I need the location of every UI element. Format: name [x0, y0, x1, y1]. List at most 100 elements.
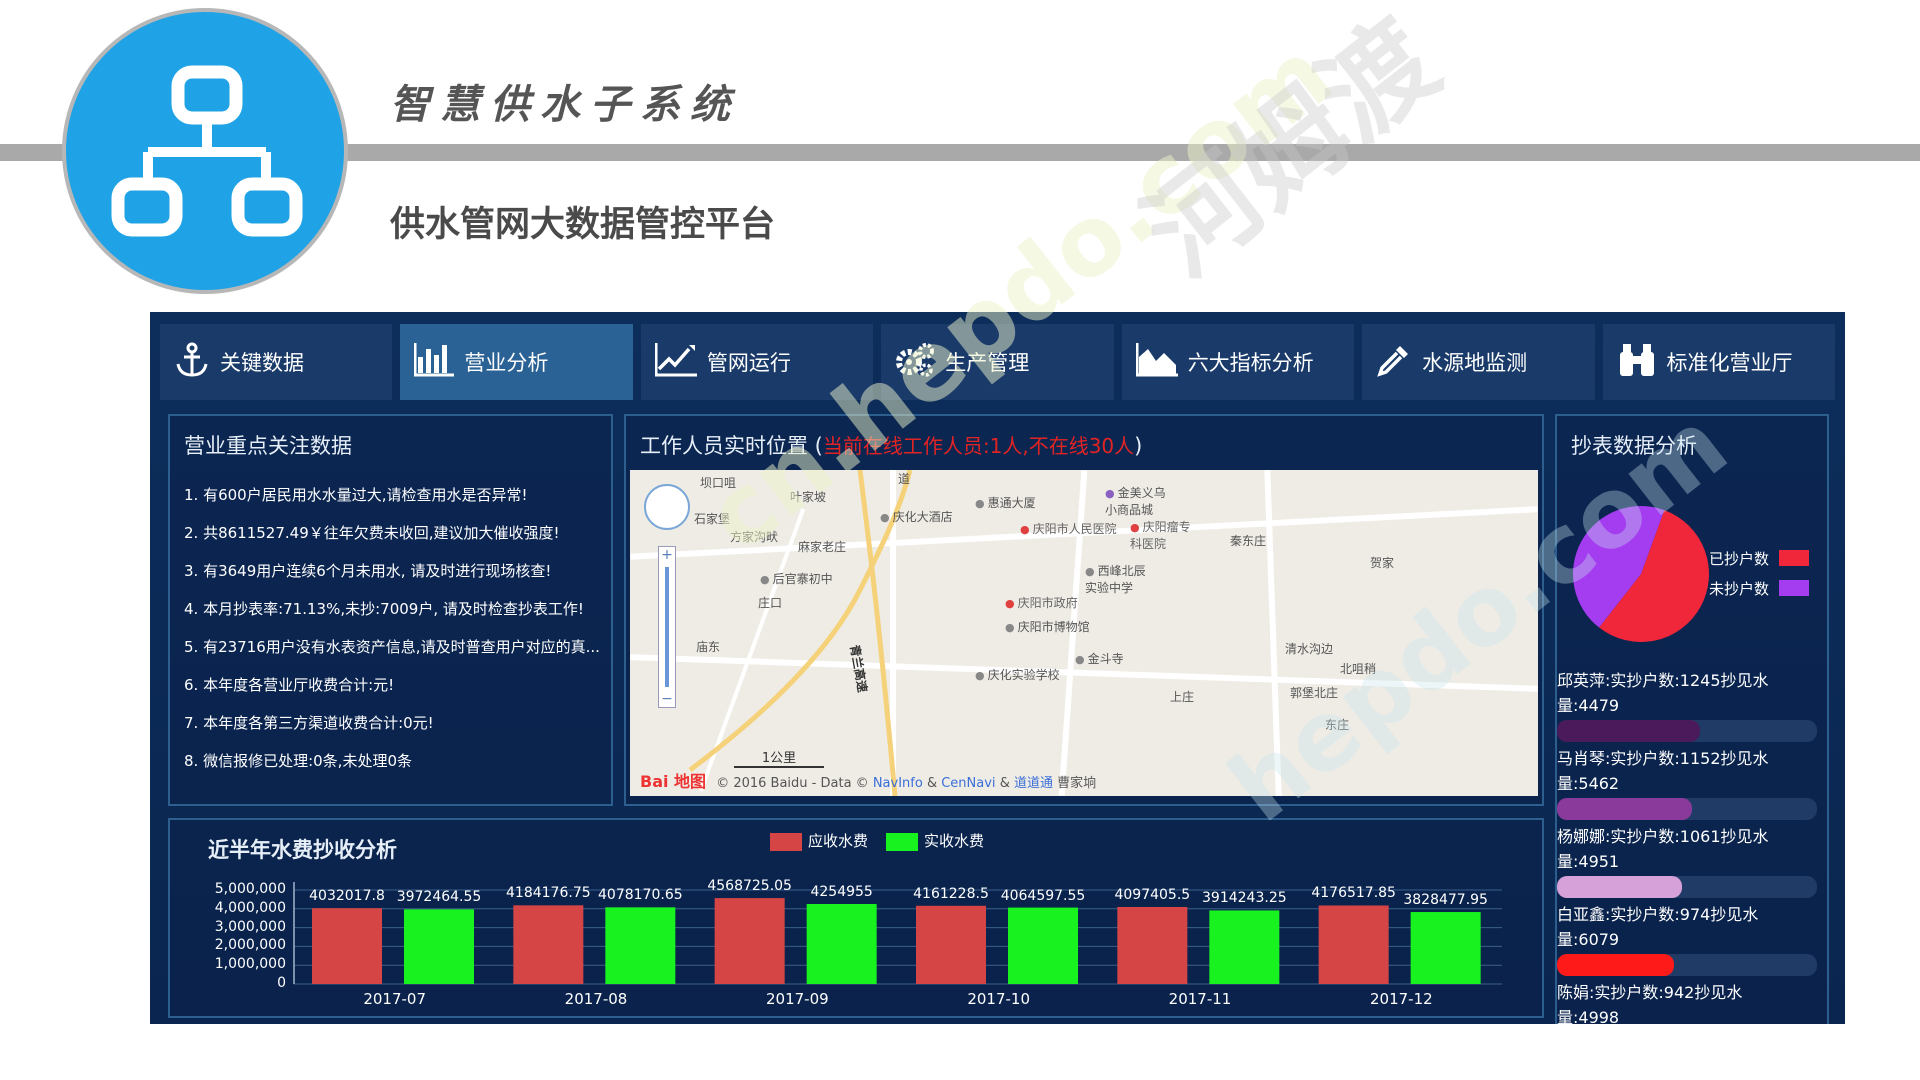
zoom-in-button[interactable]: +	[659, 547, 675, 563]
meter-progress-track	[1557, 954, 1817, 976]
nav-tab-label: 生产管理	[945, 351, 1030, 375]
binoculars-icon	[1617, 342, 1657, 383]
meter-pie-chart	[1573, 506, 1709, 642]
nav-tab-3[interactable]: 生产管理	[881, 324, 1114, 400]
map-poi[interactable]: 庆阳市博物馆	[1005, 618, 1090, 635]
zoom-out-button[interactable]: −	[659, 691, 675, 707]
focus-item[interactable]: 2. 共8611527.49￥往年欠费未收回,建议加大催收强度!	[184, 514, 604, 552]
fee-bar[interactable]	[1209, 910, 1280, 984]
meter-reader-entry: 邱英萍:实抄户数:1245抄见水 量:4479	[1557, 668, 1817, 718]
meter-reader-line2: 量:6079	[1557, 930, 1620, 949]
focus-item[interactable]: 3. 有3649用户连续6个月未用水, 请及时进行现场核查!	[184, 552, 604, 590]
meter-reader-line1: 邱英萍:实抄户数:1245抄见水	[1557, 671, 1769, 690]
amp-1: &	[926, 776, 938, 791]
map-poi[interactable]: 东庄	[1325, 716, 1349, 733]
meter-reader-entry: 陈娟:实抄户数:942抄见水 量:4998	[1557, 980, 1817, 1024]
map-panel-title: 工作人员实时位置 (当前在线工作人员:1人,不在线30人)	[640, 430, 1142, 460]
map-poi[interactable]: 麻家老庄	[798, 538, 846, 555]
fee-bar[interactable]	[714, 898, 785, 984]
meter-progress-track	[1557, 876, 1817, 898]
map-poi[interactable]: 庆阳市政府	[1005, 594, 1078, 611]
y-tick-label: 5,000,000	[214, 881, 286, 897]
fee-bar[interactable]	[605, 907, 676, 984]
map-pan-control[interactable]	[644, 484, 690, 530]
fee-bar[interactable]	[1008, 907, 1078, 984]
meter-progress-bar	[1557, 720, 1700, 742]
focus-item[interactable]: 1. 有600户居民用水水量过大,请检查用水是否异常!	[184, 476, 604, 514]
focus-item[interactable]: 8. 微信报修已处理:0条,未处理0条	[184, 742, 604, 780]
x-tick-label: 2017-09	[765, 990, 829, 1008]
fee-bar[interactable]	[312, 908, 382, 984]
fee-bar[interactable]	[1318, 905, 1389, 984]
meter-reader-line1: 陈娟:实抄户数:942抄见水	[1557, 983, 1743, 1002]
nav-tab-4[interactable]: 六大指标分析	[1121, 324, 1355, 400]
meter-progress-track	[1557, 798, 1817, 820]
meter-reader-entry: 白亚鑫:实抄户数:974抄见水 量:6079	[1557, 902, 1817, 952]
baidu-logo: Bai 地图	[640, 772, 707, 791]
anchor-icon	[174, 342, 210, 383]
map-poi[interactable]: 北咀稍	[1340, 660, 1376, 677]
nav-tab-1[interactable]: 营业分析	[400, 324, 633, 400]
fee-bar[interactable]	[916, 905, 986, 984]
focus-item[interactable]: 6. 本年度各营业厅收费合计:元!	[184, 666, 604, 704]
navinfo-link[interactable]: NavInfo	[873, 776, 923, 791]
map-poi[interactable]: 庆阳市人民医院	[1020, 520, 1117, 537]
map-poi[interactable]: 叶家坡	[790, 488, 826, 505]
fee-bar[interactable]	[404, 909, 474, 984]
focus-item[interactable]: 7. 本年度各第三方渠道收费合计:0元!	[184, 704, 604, 742]
pie-legend-swatch	[1779, 550, 1809, 566]
nav-tab-0[interactable]: 关键数据	[160, 324, 393, 400]
meter-panel-title: 抄表数据分析	[1571, 434, 1697, 458]
cennavi-link[interactable]: CenNavi	[941, 776, 995, 791]
x-tick-label: 2017-08	[564, 990, 628, 1008]
daodaotong-link[interactable]: 道道通	[1014, 776, 1053, 791]
map-poi[interactable]: 庙东	[696, 638, 720, 655]
map-title-prefix: 工作人员实时位置 (	[640, 434, 823, 458]
fee-bar[interactable]	[1410, 912, 1481, 984]
map-poi[interactable]: 后官寨初中	[760, 570, 833, 587]
map-poi[interactable]: 庆阳瘤专科医院	[1130, 518, 1200, 552]
map-poi[interactable]: 金美义乌小商品城	[1105, 484, 1175, 518]
staff-location-panel: 工作人员实时位置 (当前在线工作人员:1人,不在线30人) + − 坝口咀叶家坡…	[624, 414, 1544, 806]
map-poi[interactable]: 庆化大酒店	[880, 508, 953, 525]
map-zoom-slider[interactable]: + −	[658, 546, 676, 708]
nav-tab-2[interactable]: 管网运行	[640, 324, 874, 400]
eyedropper-icon	[1376, 342, 1412, 383]
map-poi[interactable]: 石家堡	[694, 510, 730, 527]
nav-tab-label: 营业分析	[464, 351, 549, 375]
meter-progress-track	[1557, 720, 1817, 742]
map-poi[interactable]: 道	[898, 470, 910, 487]
nav-tab-5[interactable]: 水源地监测	[1362, 324, 1595, 400]
map-poi[interactable]: 秦东庄	[1230, 532, 1266, 549]
nav-tab-label: 六大指标分析	[1187, 351, 1314, 375]
meter-reader-line2: 量:4998	[1557, 1008, 1620, 1024]
zoom-track[interactable]	[665, 567, 669, 687]
map-poi[interactable]: 庆化实验学校	[975, 666, 1060, 683]
map-poi[interactable]: 金斗寺	[1075, 650, 1124, 667]
fee-bar[interactable]	[806, 904, 877, 984]
map-poi[interactable]: 庄口	[758, 594, 782, 611]
map-poi[interactable]: 上庄	[1170, 688, 1194, 705]
focus-item[interactable]: 5. 有23716用户没有水表资产信息,请及时普查用户对应的真...	[184, 628, 604, 666]
y-tick-label: 1,000,000	[214, 956, 286, 973]
nav-tab-6[interactable]: 标准化营业厅	[1602, 324, 1835, 400]
fee-bar[interactable]	[1117, 906, 1188, 984]
focus-item[interactable]: 4. 本月抄表率:71.13%,未抄:7009户, 请及时检查抄表工作!	[184, 590, 604, 628]
map-poi[interactable]: 清水沟边	[1285, 640, 1333, 657]
map-poi[interactable]: 贺家	[1370, 554, 1394, 571]
map-poi[interactable]: 西峰北辰实验中学	[1085, 562, 1155, 596]
fee-bar-value: 3828477.95	[1403, 892, 1488, 909]
y-tick-label: 3,000,000	[214, 918, 286, 935]
map-scale: 1公里	[734, 747, 824, 768]
meter-reader-entry: 马肖琴:实抄户数:1152抄见水 量:5462	[1557, 746, 1817, 796]
map-view[interactable]: + − 坝口咀叶家坡石家堡方家沟畎 庆化大酒店 惠通大厦 金美义乌小商品城庆阳市人民医…	[630, 470, 1538, 796]
meter-progress-bar	[1557, 798, 1693, 820]
map-poi[interactable]: 郭堡北庄	[1290, 684, 1338, 701]
meter-progress-bar	[1557, 876, 1682, 898]
map-poi[interactable]: 方家沟畎	[730, 528, 778, 545]
focus-list: 1. 有600户居民用水水量过大,请检查用水是否异常! 2. 共8611527.4…	[184, 476, 604, 780]
map-poi[interactable]: 坝口咀	[700, 474, 736, 491]
map-poi[interactable]: 惠通大厦	[975, 494, 1036, 511]
fee-bar[interactable]	[513, 905, 584, 984]
meter-reader-line1: 马肖琴:实抄户数:1152抄见水	[1557, 749, 1769, 768]
